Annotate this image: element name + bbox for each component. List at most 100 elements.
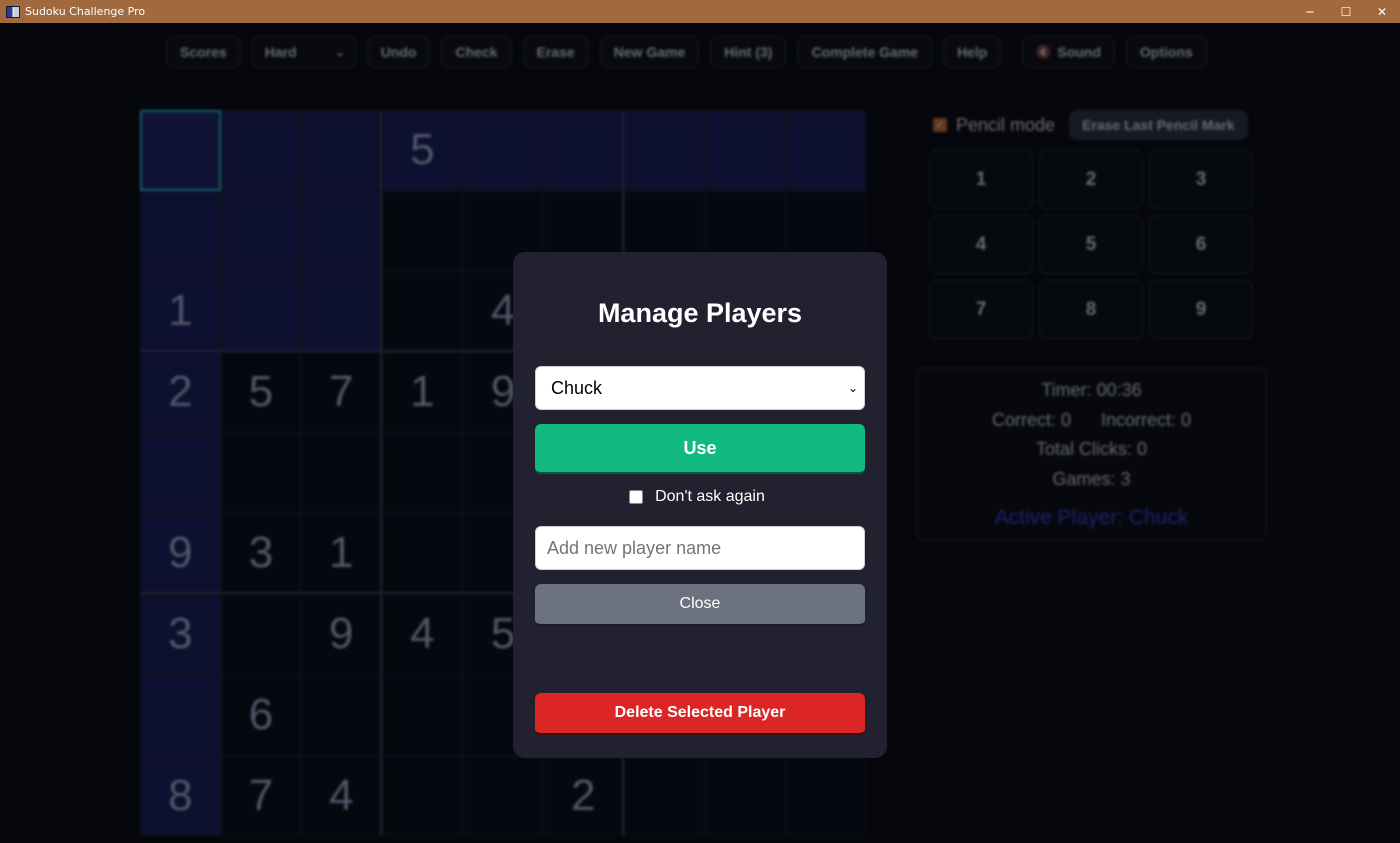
sudoku-cell[interactable] xyxy=(382,432,463,514)
sudoku-cell[interactable] xyxy=(704,755,786,837)
close-window-icon[interactable]: ✕ xyxy=(1364,0,1400,23)
sudoku-cell[interactable]: 9 xyxy=(140,513,221,595)
numpad-button[interactable]: 9 xyxy=(1149,280,1253,339)
sudoku-cell[interactable] xyxy=(462,755,544,837)
options-button[interactable]: Options xyxy=(1125,36,1207,68)
app-window: Sudoku Challenge Pro ─ ☐ ✕ Scores Hard ⌄… xyxy=(0,0,1400,843)
number-pad: 123 456 789 xyxy=(929,150,1253,339)
delete-player-button[interactable]: Delete Selected Player xyxy=(535,693,865,735)
timer-text: Timer: 00:36 xyxy=(1041,380,1142,400)
manage-players-modal: Manage Players Chuck ⌄ Use Don't ask aga… xyxy=(513,252,887,758)
correct-incorrect-row: Correct: 0 Incorrect: 0 xyxy=(917,410,1266,431)
sudoku-cell[interactable]: 3 xyxy=(220,513,302,595)
sudoku-cell[interactable] xyxy=(140,432,221,514)
sudoku-cell[interactable]: 2 xyxy=(543,755,625,837)
numpad-button[interactable]: 5 xyxy=(1039,215,1143,274)
pencil-mode-checkbox[interactable]: ✓ xyxy=(933,118,947,132)
incorrect-count: Incorrect: 0 xyxy=(1100,410,1192,430)
use-player-button[interactable]: Use xyxy=(535,424,865,474)
sudoku-cell[interactable] xyxy=(382,190,463,272)
pencil-mode-label: Pencil mode xyxy=(956,114,1056,135)
numpad-button[interactable]: 8 xyxy=(1039,280,1143,339)
sudoku-cell[interactable] xyxy=(624,755,705,837)
numpad-button[interactable]: 6 xyxy=(1149,215,1253,274)
check-button[interactable]: Check xyxy=(441,36,512,68)
player-select[interactable]: Chuck ⌄ xyxy=(535,366,865,410)
numpad-button[interactable]: 3 xyxy=(1149,150,1253,209)
mute-speaker-icon: 🔇 xyxy=(1036,45,1052,59)
sudoku-cell[interactable] xyxy=(220,110,302,191)
sudoku-cell[interactable]: 2 xyxy=(140,352,221,433)
erase-last-pencil-button[interactable]: Erase Last Pencil Mark xyxy=(1069,110,1248,140)
sudoku-cell[interactable] xyxy=(220,190,302,272)
minimize-icon[interactable]: ─ xyxy=(1292,0,1328,23)
hint-button[interactable]: Hint (3) xyxy=(710,36,787,68)
sudoku-cell[interactable]: 1 xyxy=(382,352,463,433)
sudoku-cell[interactable] xyxy=(382,755,463,837)
correct-count: Correct: 0 xyxy=(991,410,1071,430)
sudoku-cell[interactable] xyxy=(543,110,625,191)
dont-ask-checkbox[interactable] xyxy=(629,490,644,504)
games-text: Games: 3 xyxy=(1052,469,1131,489)
sudoku-cell[interactable] xyxy=(382,674,463,756)
sudoku-cell[interactable]: 5 xyxy=(220,352,302,433)
difficulty-value: Hard xyxy=(264,44,297,60)
sudoku-cell[interactable] xyxy=(220,432,302,514)
toolbar: Scores Hard ⌄ Undo Check Erase New Game … xyxy=(166,36,1207,68)
sudoku-cell[interactable]: 7 xyxy=(301,352,383,433)
sudoku-cell[interactable] xyxy=(624,110,705,191)
undo-button[interactable]: Undo xyxy=(366,36,431,68)
pencil-mode-row: ✓ Pencil mode Erase Last Pencil Mark xyxy=(933,110,1248,140)
sudoku-cell[interactable] xyxy=(220,594,302,675)
sudoku-cell[interactable] xyxy=(140,674,221,756)
numpad-button[interactable]: 1 xyxy=(929,150,1033,209)
sudoku-cell[interactable] xyxy=(785,755,867,837)
complete-game-button[interactable]: Complete Game xyxy=(797,36,933,68)
maximize-icon[interactable]: ☐ xyxy=(1328,0,1364,23)
numpad-button[interactable]: 4 xyxy=(929,215,1033,274)
total-clicks-text: Total Clicks: 0 xyxy=(1035,439,1148,459)
sudoku-cell[interactable] xyxy=(301,110,383,191)
sudoku-cell[interactable]: 4 xyxy=(301,755,383,837)
sound-label: Sound xyxy=(1057,44,1101,60)
sudoku-cell[interactable] xyxy=(382,271,463,353)
sudoku-cell[interactable]: 7 xyxy=(220,755,302,837)
sudoku-cell[interactable]: 6 xyxy=(220,674,302,756)
sudoku-cell[interactable] xyxy=(301,190,383,272)
sudoku-cell[interactable] xyxy=(140,110,221,191)
sudoku-cell[interactable] xyxy=(301,674,383,756)
sudoku-cell[interactable]: 5 xyxy=(382,110,463,191)
sudoku-cell[interactable] xyxy=(785,110,867,191)
modal-title: Manage Players xyxy=(597,298,803,328)
sudoku-cell[interactable]: 3 xyxy=(140,594,221,675)
sudoku-cell[interactable] xyxy=(140,190,221,272)
window-title: Sudoku Challenge Pro xyxy=(25,5,146,18)
erase-button[interactable]: Erase xyxy=(522,36,589,68)
scores-button[interactable]: Scores xyxy=(166,36,241,68)
new-player-input[interactable]: Add new player name xyxy=(535,526,865,570)
sudoku-cell[interactable] xyxy=(704,110,786,191)
new-game-button[interactable]: New Game xyxy=(599,36,700,68)
sudoku-cell[interactable] xyxy=(301,432,383,514)
chevron-down-icon: ⌄ xyxy=(847,381,858,395)
window-controls: ─ ☐ ✕ xyxy=(1292,0,1400,23)
sudoku-cell[interactable] xyxy=(382,513,463,595)
dont-ask-row: Don't ask again xyxy=(513,488,887,506)
numpad-button[interactable]: 2 xyxy=(1039,150,1143,209)
sudoku-cell[interactable] xyxy=(462,110,544,191)
sudoku-cell[interactable]: 9 xyxy=(301,594,383,675)
help-button[interactable]: Help xyxy=(943,36,1002,68)
sudoku-cell[interactable] xyxy=(301,271,383,353)
difficulty-select[interactable]: Hard ⌄ xyxy=(251,36,356,68)
numpad-button[interactable]: 7 xyxy=(929,280,1033,339)
sudoku-cell[interactable]: 1 xyxy=(301,513,383,595)
sudoku-cell[interactable]: 4 xyxy=(382,594,463,675)
sudoku-cell[interactable]: 8 xyxy=(140,755,221,837)
close-modal-button[interactable]: Close xyxy=(535,584,865,626)
sudoku-cell[interactable]: 1 xyxy=(140,271,221,353)
app-icon xyxy=(6,5,20,18)
sound-button[interactable]: 🔇 Sound xyxy=(1022,36,1115,68)
stats-panel: Timer: 00:36 Correct: 0 Incorrect: 0 Tot… xyxy=(916,367,1267,541)
sudoku-cell[interactable] xyxy=(220,271,302,353)
title-bar: Sudoku Challenge Pro ─ ☐ ✕ xyxy=(0,0,1400,23)
